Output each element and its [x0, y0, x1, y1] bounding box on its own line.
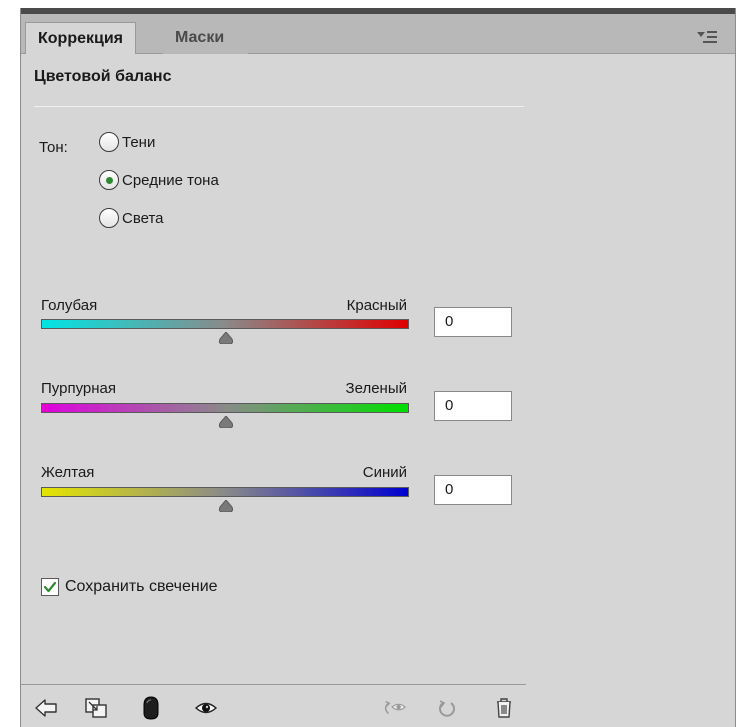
back-arrow-icon[interactable]: [33, 696, 59, 720]
magenta-green-value-input[interactable]: 0: [434, 391, 512, 421]
tab-masks[interactable]: Маски: [163, 22, 248, 54]
slider-track-magenta-green[interactable]: [41, 403, 409, 413]
toolbar-divider: [21, 684, 526, 685]
radio-midtones[interactable]: Средние тона: [99, 168, 219, 192]
yellow-blue-value-input[interactable]: 0: [434, 475, 512, 505]
slider-cyan-label: Голубая: [41, 297, 98, 314]
slider-track-yellow-blue[interactable]: [41, 487, 409, 497]
slider-track-cyan-red[interactable]: [41, 319, 409, 329]
radio-highlights[interactable]: Света: [99, 206, 164, 230]
preserve-luminosity-checkbox[interactable]: [41, 578, 59, 596]
slider-thumb-yellow-blue[interactable]: [217, 500, 235, 512]
layer-mask-icon[interactable]: [138, 696, 164, 720]
slider-blue-label: Синий: [362, 464, 407, 481]
eye-icon[interactable]: [193, 696, 219, 720]
preserve-luminosity-label: Сохранить свечение: [65, 578, 218, 595]
panel-menu-icon[interactable]: [697, 28, 717, 46]
slider-thumb-cyan-red[interactable]: [217, 332, 235, 344]
radio-shadows[interactable]: Тени: [99, 130, 155, 154]
reset-icon[interactable]: [434, 696, 460, 720]
slider-thumb-magenta-green[interactable]: [217, 416, 235, 428]
previous-state-icon[interactable]: [381, 696, 407, 720]
tone-label: Тон:: [39, 139, 68, 156]
adjustments-panel: Коррекция Маски Цветовой баланс Тон: Тен…: [20, 8, 736, 727]
radio-button[interactable]: [99, 208, 119, 228]
panel-tab-strip: Коррекция Маски: [21, 14, 735, 54]
trash-icon[interactable]: [491, 696, 517, 720]
bottom-toolbar: [21, 686, 735, 727]
slider-red-label: Красный: [346, 297, 407, 314]
radio-button[interactable]: [99, 170, 119, 190]
slider-yellow-label: Желтая: [41, 464, 95, 481]
slider-green-label: Зеленый: [345, 380, 407, 397]
preserve-luminosity-option[interactable]: Сохранить свечение: [41, 578, 218, 596]
title-divider: [34, 106, 524, 107]
radio-label: Света: [122, 209, 164, 227]
clip-to-layer-icon[interactable]: [83, 696, 109, 720]
cyan-red-value-input[interactable]: 0: [434, 307, 512, 337]
radio-label: Средние тона: [122, 171, 219, 189]
radio-label: Тени: [122, 133, 156, 151]
tab-adjustments[interactable]: Коррекция: [25, 22, 136, 54]
panel-title: Цветовой баланс: [34, 68, 172, 85]
slider-magenta-label: Пурпурная: [41, 380, 116, 397]
radio-button[interactable]: [99, 132, 119, 152]
